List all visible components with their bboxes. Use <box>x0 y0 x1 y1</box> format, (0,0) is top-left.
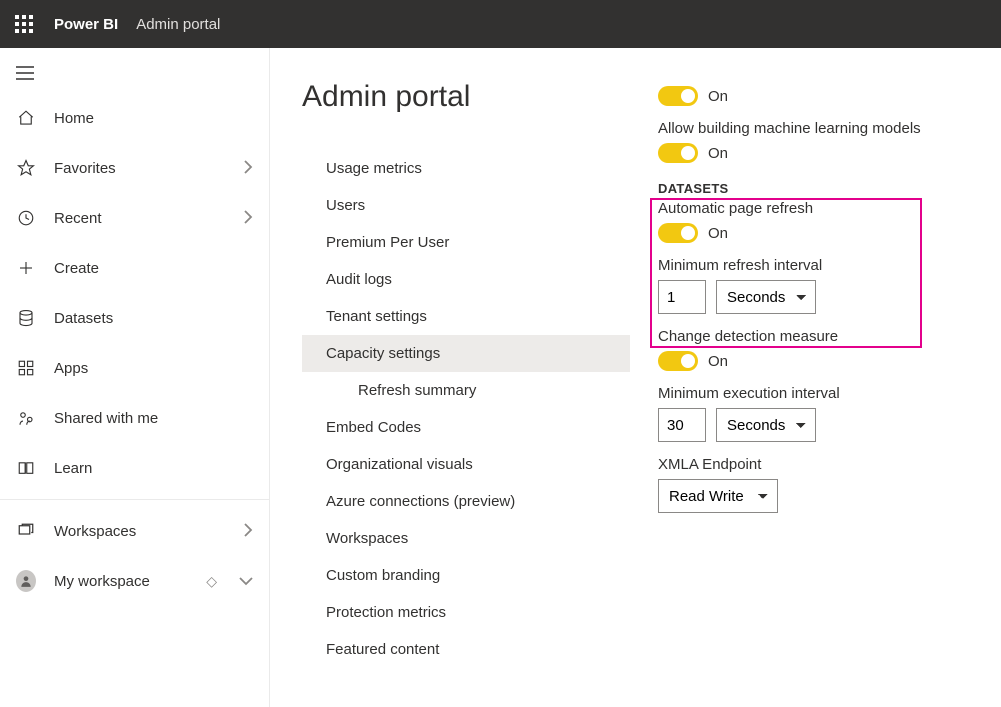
premium-diamond-icon: ◇ <box>206 573 217 590</box>
menu-item-tenant-settings[interactable]: Tenant settings <box>302 298 630 335</box>
menu-item-premium-per-user[interactable]: Premium Per User <box>302 224 630 261</box>
sidebar-item-my-workspace[interactable]: My workspace ◇ <box>0 556 269 606</box>
min-exec-label: Minimum execution interval <box>658 385 973 402</box>
menu-item-users[interactable]: Users <box>302 187 630 224</box>
min-exec-unit-select[interactable]: Seconds <box>716 408 816 442</box>
admin-menu-panel: Admin portal Usage metricsUsersPremium P… <box>270 48 630 707</box>
top-bar: Power BI Admin portal <box>0 0 1001 48</box>
sidebar-item-shared-with-me[interactable]: Shared with me <box>0 393 269 443</box>
stack-icon <box>16 522 36 540</box>
menu-item-azure-connections-preview-[interactable]: Azure connections (preview) <box>302 483 630 520</box>
learn-icon <box>16 459 36 477</box>
sidebar-item-workspaces[interactable]: Workspaces <box>0 506 269 556</box>
chevron-right-icon <box>243 160 253 177</box>
db-icon <box>16 309 36 327</box>
menu-item-usage-metrics[interactable]: Usage metrics <box>302 150 630 187</box>
page-title: Admin portal <box>302 80 630 114</box>
change-detection-label: Change detection measure <box>658 328 973 345</box>
xmla-label: XMLA Endpoint <box>658 456 973 473</box>
menu-item-custom-branding[interactable]: Custom branding <box>302 557 630 594</box>
sidebar-item-label: Learn <box>54 460 253 477</box>
plus-icon <box>16 259 36 277</box>
chevron-right-icon <box>243 523 253 540</box>
sidebar-item-label: Favorites <box>54 160 225 177</box>
menu-item-organizational-visuals[interactable]: Organizational visuals <box>302 446 630 483</box>
sidebar-item-label: Home <box>54 110 253 127</box>
toggle-auto-page-refresh[interactable]: On <box>658 223 973 243</box>
share-icon <box>16 409 36 427</box>
sidebar-item-label: Workspaces <box>54 523 225 540</box>
menu-subitem-refresh-summary[interactable]: Refresh summary <box>302 372 630 409</box>
allow-ml-label: Allow building machine learning models <box>658 120 973 137</box>
chevron-right-icon <box>243 210 253 227</box>
toggle-state-label: On <box>708 145 728 162</box>
menu-item-embed-codes[interactable]: Embed Codes <box>302 409 630 446</box>
sidebar-item-home[interactable]: Home <box>0 93 269 143</box>
apps-icon <box>16 359 36 377</box>
app-launcher-icon[interactable] <box>12 12 36 36</box>
avatar-icon <box>16 570 36 592</box>
sidebar-item-label: Datasets <box>54 310 253 327</box>
sidebar-item-create[interactable]: Create <box>0 243 269 293</box>
sidebar-item-label: Recent <box>54 210 225 227</box>
menu-item-workspaces[interactable]: Workspaces <box>302 520 630 557</box>
sidebar-item-label: Apps <box>54 360 253 377</box>
chevron-down-icon <box>239 573 253 589</box>
nav-collapse-button[interactable] <box>0 56 269 93</box>
clock-icon <box>16 209 36 227</box>
xmla-endpoint-select[interactable]: Read Write <box>658 479 778 513</box>
home-icon <box>16 109 36 127</box>
toggle-state-label: On <box>708 88 728 105</box>
min-exec-value-input[interactable] <box>658 408 706 442</box>
auto-refresh-label: Automatic page refresh <box>658 200 973 217</box>
menu-item-audit-logs[interactable]: Audit logs <box>302 261 630 298</box>
sidebar-item-label: My workspace <box>54 573 188 590</box>
sidebar-item-datasets[interactable]: Datasets <box>0 293 269 343</box>
toggle-change-detection[interactable]: On <box>658 351 973 371</box>
sidebar-item-label: Shared with me <box>54 410 253 427</box>
sidebar-item-favorites[interactable]: Favorites <box>0 143 269 193</box>
sidebar-item-label: Create <box>54 260 253 277</box>
sidebar-item-learn[interactable]: Learn <box>0 443 269 493</box>
area-title: Admin portal <box>136 16 220 33</box>
star-icon <box>16 159 36 177</box>
sidebar-divider <box>0 499 269 500</box>
menu-item-protection-metrics[interactable]: Protection metrics <box>302 594 630 631</box>
sidebar-item-apps[interactable]: Apps <box>0 343 269 393</box>
toggle-allow-ml[interactable]: On <box>658 143 973 163</box>
menu-item-featured-content[interactable]: Featured content <box>302 631 630 668</box>
min-refresh-label: Minimum refresh interval <box>658 257 973 274</box>
toggle-state-label: On <box>708 225 728 242</box>
min-refresh-value-input[interactable] <box>658 280 706 314</box>
toggle-workload-1[interactable]: On <box>658 86 973 106</box>
settings-panel: On Allow building machine learning model… <box>630 48 1001 707</box>
min-refresh-unit-select[interactable]: Seconds <box>716 280 816 314</box>
sidebar: Home Favorites Recent Create Datasets Apps Sha… <box>0 48 270 707</box>
sidebar-item-recent[interactable]: Recent <box>0 193 269 243</box>
section-header-datasets: DATASETS <box>658 181 973 196</box>
menu-item-capacity-settings[interactable]: Capacity settings <box>302 335 630 372</box>
brand-name: Power BI <box>54 16 118 33</box>
toggle-state-label: On <box>708 353 728 370</box>
